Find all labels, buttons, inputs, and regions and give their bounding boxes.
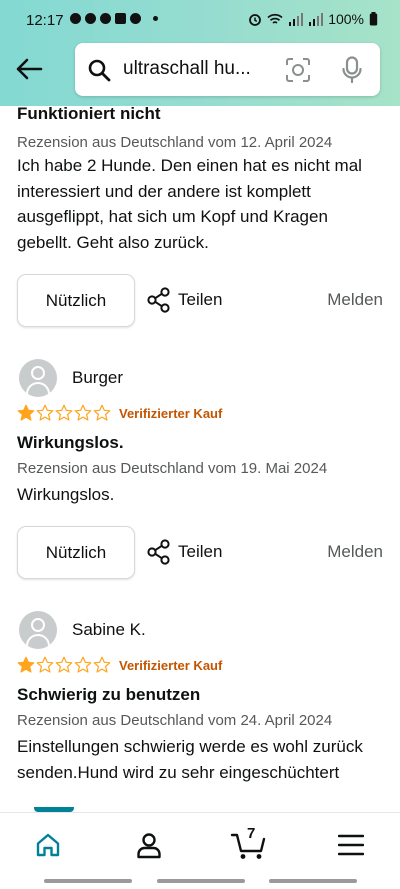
star-empty-icon <box>55 656 73 673</box>
share-label: Teilen <box>178 290 223 309</box>
signal-icon-2 <box>309 12 324 26</box>
messenger-icon <box>130 13 141 24</box>
battery-icon <box>369 12 378 26</box>
signal-icon <box>289 12 304 26</box>
nav-home[interactable] <box>28 829 68 861</box>
star-filled-icon <box>17 656 35 673</box>
star-empty-icon <box>36 404 54 421</box>
nav-menu[interactable] <box>331 829 371 861</box>
chat-icon <box>85 13 96 24</box>
share-button[interactable]: Teilen <box>146 285 222 315</box>
star-filled-icon <box>17 404 35 421</box>
battery-level: 100% <box>328 11 364 27</box>
star-empty-icon <box>74 656 92 673</box>
review-title: Schwierig zu benutzen <box>17 685 201 704</box>
nav-cart[interactable]: 7 <box>229 825 269 861</box>
helpful-button[interactable]: Nützlich <box>17 274 135 327</box>
more-notifications-dot <box>153 16 158 21</box>
reviewer-name: Sabine K. <box>72 620 146 639</box>
review-date: Rezension aus Deutschland vom 24. April … <box>17 712 333 729</box>
search-icon <box>88 59 111 82</box>
gesture-bar-center <box>157 879 245 883</box>
star-rating <box>17 656 111 674</box>
gesture-bar-left <box>44 879 132 883</box>
reviews-list: Funktioniert nicht Rezension aus Deutsch… <box>0 106 400 812</box>
star-empty-icon <box>93 404 111 421</box>
share-icon <box>147 287 170 313</box>
search-query[interactable]: ultraschall hu... <box>123 58 275 80</box>
review-rating: Verifizierter Kauf <box>17 655 222 675</box>
hamburger-menu-icon <box>338 834 364 856</box>
review-title: Wirkungslos. <box>17 433 124 452</box>
camera-search-icon[interactable] <box>285 57 311 83</box>
paw-icon <box>100 13 111 24</box>
verified-purchase-badge: Verifizierter Kauf <box>119 657 223 673</box>
mail-icon <box>115 13 126 24</box>
person-icon <box>137 833 161 859</box>
wifi-icon <box>267 13 283 24</box>
microphone-icon[interactable] <box>342 56 362 84</box>
share-label: Teilen <box>178 542 223 561</box>
nav-account[interactable] <box>129 829 169 861</box>
reviewer-name: Burger <box>72 368 124 387</box>
avatar <box>19 359 57 397</box>
star-empty-icon <box>55 404 73 421</box>
notification-icon <box>70 13 81 24</box>
avatar <box>19 611 57 649</box>
active-tab-indicator <box>34 807 74 812</box>
review-text: Wirkungslos. <box>17 485 115 504</box>
bottom-navigation: 7 <box>0 807 400 889</box>
review-date: Rezension aus Deutschland vom 12. April … <box>17 134 333 151</box>
back-button[interactable] <box>12 52 46 86</box>
app-header: 12:17 100% ultraschall hu... <box>0 0 400 106</box>
alarm-icon <box>249 14 262 26</box>
verified-purchase-badge: Verifizierter Kauf <box>119 405 223 421</box>
report-link[interactable]: Melden <box>327 290 383 310</box>
cart-count: 7 <box>247 825 256 842</box>
search-input[interactable]: ultraschall hu... <box>75 43 380 96</box>
system-status: 100% <box>248 11 378 27</box>
home-icon <box>36 833 60 857</box>
review-text: Einstellungen schwierig werde es wohl zu… <box>17 737 363 782</box>
review-text: Ich habe 2 Hunde. Den einen hat es nicht… <box>17 156 362 252</box>
star-empty-icon <box>93 656 111 673</box>
review-date: Rezension aus Deutschland vom 19. Mai 20… <box>17 460 328 477</box>
status-time: 12:17 <box>26 12 64 29</box>
reviewer-profile[interactable]: Burger <box>19 359 123 397</box>
notification-icons <box>70 13 158 24</box>
report-link[interactable]: Melden <box>327 542 383 562</box>
star-rating <box>17 404 111 422</box>
share-icon <box>147 539 170 565</box>
helpful-button[interactable]: Nützlich <box>17 526 135 579</box>
review-rating: Verifizierter Kauf <box>17 403 222 423</box>
reviewer-profile[interactable]: Sabine K. <box>19 611 146 649</box>
share-button[interactable]: Teilen <box>146 537 222 567</box>
arrow-left-icon <box>16 58 43 80</box>
gesture-bar-right <box>269 879 357 883</box>
review-title: Funktioniert nicht <box>17 106 161 123</box>
star-empty-icon <box>74 404 92 421</box>
star-empty-icon <box>36 656 54 673</box>
status-bar: 12:17 100% <box>0 0 400 42</box>
